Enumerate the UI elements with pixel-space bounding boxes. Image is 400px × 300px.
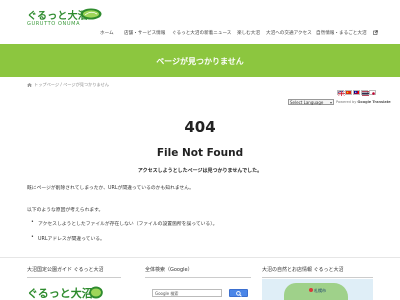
error-detail: 既にページが削除されてしまったか、URLが間違っているのかも知れません。 bbox=[27, 186, 194, 191]
footer-column-guide: 大沼国定公園ガイド ぐるっと大沼 bbox=[27, 266, 121, 278]
page-title: ページが見つかりません bbox=[156, 57, 244, 66]
nav-item-news[interactable]: ぐるっと大沼の新着ニュース bbox=[172, 30, 231, 36]
google-translate-brand[interactable]: Google Translate bbox=[357, 100, 390, 104]
footer-column-nature: 大沼の自然とお店情報 ぐるっと大沼 bbox=[262, 266, 373, 278]
map-pin-icon bbox=[309, 288, 313, 292]
footer-column-search: 全体検索（Google） bbox=[145, 266, 251, 278]
reasons-list: アクセスしようとしたファイルが存在しない（ファイルの設置箇所を誤っている）。 U… bbox=[30, 220, 217, 250]
logo-emblem-icon bbox=[80, 8, 102, 20]
logo-text: ぐるっと大沼 bbox=[27, 11, 88, 22]
nav-item-access[interactable]: 大沼への交通アクセス bbox=[266, 30, 312, 36]
footer-rule bbox=[262, 277, 373, 278]
nav-item-shops[interactable]: 店舗・サービス情報 bbox=[124, 30, 165, 36]
nav-item-home[interactable]: ホーム bbox=[100, 30, 114, 36]
logo-subtitle: GURUTTO ONUMA bbox=[27, 21, 81, 27]
site-logo[interactable]: ぐるっと大沼 GURUTTO ONUMA bbox=[27, 7, 103, 31]
flag-thailand-icon[interactable] bbox=[361, 90, 369, 96]
nav-item-enjoy[interactable]: 楽しむ大沼 bbox=[237, 30, 260, 36]
external-link-icon bbox=[373, 30, 378, 35]
flag-china-icon[interactable] bbox=[345, 90, 352, 95]
footer-divider bbox=[0, 257, 400, 258]
footer-guide-title: 大沼国定公園ガイド ぐるっと大沼 bbox=[27, 267, 104, 273]
powered-prefix: Powered by bbox=[336, 100, 357, 104]
page-title-banner: ページが見つかりません bbox=[0, 44, 400, 77]
reasons-intro: 以下のような原因が考えられます。 bbox=[27, 208, 104, 213]
breadcrumb-text[interactable]: トップページ / ページが見つかりません bbox=[34, 82, 109, 87]
flag-uk-icon[interactable] bbox=[337, 90, 345, 96]
flag-taiwan-icon[interactable] bbox=[353, 90, 360, 95]
flag-japan-icon[interactable] bbox=[369, 90, 376, 95]
footer-nature-title: 大沼の自然とお店情報 ぐるっと大沼 bbox=[262, 267, 344, 273]
error-title: File Not Found bbox=[156, 147, 244, 159]
powered-by-google: Powered by Google Translate bbox=[336, 100, 391, 104]
footer-search-title: 全体検索（Google） bbox=[145, 267, 193, 273]
error-code: 404 bbox=[184, 118, 216, 136]
map-label: 札幌市 bbox=[314, 288, 326, 293]
breadcrumb: トップページ / ページが見つかりません bbox=[27, 82, 109, 88]
chevron-down-icon: ▾ bbox=[329, 100, 332, 105]
home-icon[interactable] bbox=[27, 82, 32, 87]
search-icon bbox=[236, 291, 242, 297]
footer-logo-text: ぐるっと大沼 bbox=[27, 287, 93, 300]
logo-emblem-icon bbox=[89, 286, 103, 299]
language-select[interactable]: Select Language ▾ bbox=[288, 99, 334, 105]
error-message: アクセスしようとしたページは見つかりませんでした。 bbox=[137, 168, 263, 174]
footer-logo[interactable]: ぐるっと大沼 bbox=[27, 285, 107, 300]
footer-map[interactable]: 札幌市 bbox=[262, 279, 373, 300]
search-input[interactable]: Google 検索 bbox=[152, 289, 222, 297]
nav-item-nature[interactable]: 自然情報・まるごと大沼 bbox=[316, 30, 367, 36]
search-button[interactable] bbox=[229, 289, 248, 297]
list-item: アクセスしようとしたファイルが存在しない（ファイルの設置箇所を誤っている）。 bbox=[30, 220, 217, 227]
list-item: URLアドレスが間違っている。 bbox=[30, 235, 217, 242]
footer-rule bbox=[145, 277, 251, 278]
footer-rule bbox=[27, 277, 121, 278]
language-select-label: Select Language bbox=[290, 100, 324, 105]
